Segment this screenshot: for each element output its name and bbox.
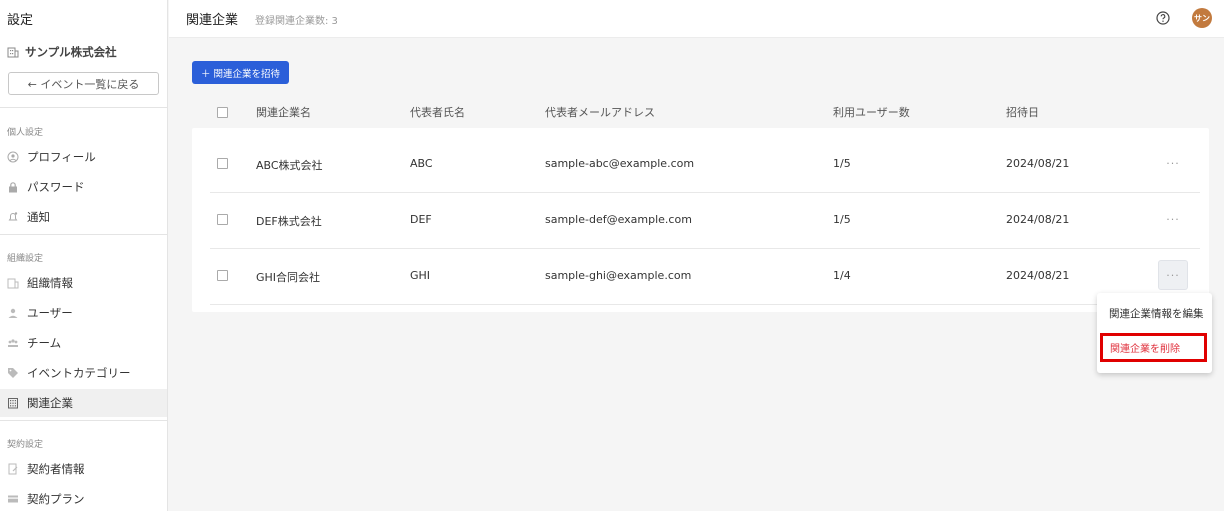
row-divider xyxy=(210,304,1200,305)
representative-name: DEF xyxy=(410,213,432,226)
bell-icon xyxy=(7,211,19,223)
document-edit-icon xyxy=(7,463,19,475)
column-header: 関連企業名 xyxy=(256,106,311,119)
team-icon xyxy=(7,337,19,349)
user-count: 1/5 xyxy=(833,213,851,226)
column-header: 招待日 xyxy=(1006,106,1039,119)
divider xyxy=(0,234,168,235)
edit-company-menu-item[interactable]: 関連企業情報を編集 xyxy=(1109,306,1204,321)
sidebar-item-label: 組織情報 xyxy=(27,276,73,290)
user-icon xyxy=(7,307,19,319)
sidebar-item-label: 契約プラン xyxy=(27,492,85,506)
sidebar-item-team[interactable]: チーム xyxy=(0,329,167,357)
company-name: DEF株式会社 xyxy=(256,215,322,228)
select-all-checkbox[interactable] xyxy=(217,107,228,118)
tag-icon xyxy=(7,367,19,379)
sidebar-item-label: 契約者情報 xyxy=(27,462,85,476)
section-label-contract: 契約設定 xyxy=(7,440,44,450)
representative-email: sample-abc@example.com xyxy=(545,157,695,170)
building-grid-icon xyxy=(7,397,19,409)
sidebar-title: 設定 xyxy=(7,13,34,28)
sidebar-item-label: パスワード xyxy=(27,180,85,194)
invite-related-company-button[interactable]: ＋ 関連企業を招待 xyxy=(192,61,289,84)
more-options-button[interactable]: ··· xyxy=(1158,260,1188,290)
row-checkbox[interactable] xyxy=(217,270,228,281)
user-count: 1/5 xyxy=(833,157,851,170)
representative-email: sample-def@example.com xyxy=(545,213,692,226)
sidebar-item-notifications[interactable]: 通知 xyxy=(0,203,167,231)
sidebar-item-label: 通知 xyxy=(27,210,50,224)
divider xyxy=(0,107,168,108)
delete-company-menu-item[interactable]: 関連企業を削除 xyxy=(1100,333,1207,362)
section-label-organization: 組織設定 xyxy=(7,254,44,264)
column-header: 利用ユーザー数 xyxy=(833,106,910,119)
company-name: GHI合同会社 xyxy=(256,271,321,284)
sidebar-item-users[interactable]: ユーザー xyxy=(0,299,167,327)
section-label-personal: 個人設定 xyxy=(7,128,44,138)
sidebar-item-label: ユーザー xyxy=(27,306,73,320)
row-checkbox[interactable] xyxy=(217,214,228,225)
org-row: サンプル株式会社 xyxy=(7,44,117,60)
sidebar-item-related-companies[interactable]: 関連企業 xyxy=(0,389,167,417)
sidebar-item-label: 関連企業 xyxy=(27,396,73,410)
back-to-events-button[interactable]: ← イベント一覧に戻る xyxy=(8,72,159,95)
header: 関連企業 登録関連企業数: 3 サン xyxy=(169,0,1224,38)
help-icon[interactable] xyxy=(1156,11,1170,25)
column-header: 代表者メールアドレス xyxy=(545,106,655,119)
representative-email: sample-ghi@example.com xyxy=(545,269,692,282)
company-name: ABC株式会社 xyxy=(256,159,323,172)
representative-name: GHI xyxy=(410,269,431,282)
invite-date: 2024/08/21 xyxy=(1006,269,1070,282)
user-count: 1/4 xyxy=(833,269,851,282)
building-icon xyxy=(7,277,19,289)
sidebar-item-password[interactable]: パスワード xyxy=(0,173,167,201)
registered-count: 登録関連企業数: 3 xyxy=(255,16,338,27)
invite-date: 2024/08/21 xyxy=(1006,157,1070,170)
row-checkbox[interactable] xyxy=(217,158,228,169)
page-title: 関連企業 xyxy=(186,13,239,28)
org-name: サンプル株式会社 xyxy=(25,45,117,59)
sidebar-item-label: チーム xyxy=(27,336,62,350)
sidebar: 設定 サンプル株式会社 ← イベント一覧に戻る 個人設定 プロフィール パスワー… xyxy=(0,0,168,511)
sidebar-item-label: プロフィール xyxy=(27,150,96,164)
row-divider xyxy=(210,192,1200,193)
invite-date: 2024/08/21 xyxy=(1006,213,1070,226)
avatar[interactable]: サン xyxy=(1192,8,1212,28)
profile-icon xyxy=(7,151,19,163)
sidebar-item-label: イベントカテゴリー xyxy=(27,366,131,380)
card-icon xyxy=(7,493,19,505)
more-options-button[interactable]: ··· xyxy=(1158,204,1188,234)
sidebar-item-org-info[interactable]: 組織情報 xyxy=(0,269,167,297)
lock-icon xyxy=(7,181,19,193)
sidebar-item-profile[interactable]: プロフィール xyxy=(0,143,167,171)
divider xyxy=(0,420,168,421)
building-icon xyxy=(7,46,19,58)
column-header: 代表者氏名 xyxy=(410,106,465,119)
more-options-button[interactable]: ··· xyxy=(1158,148,1188,178)
sidebar-item-contractor-info[interactable]: 契約者情報 xyxy=(0,455,167,483)
sidebar-item-contract-plan[interactable]: 契約プラン xyxy=(0,485,167,511)
representative-name: ABC xyxy=(410,157,433,170)
row-divider xyxy=(210,248,1200,249)
sidebar-item-event-category[interactable]: イベントカテゴリー xyxy=(0,359,167,387)
